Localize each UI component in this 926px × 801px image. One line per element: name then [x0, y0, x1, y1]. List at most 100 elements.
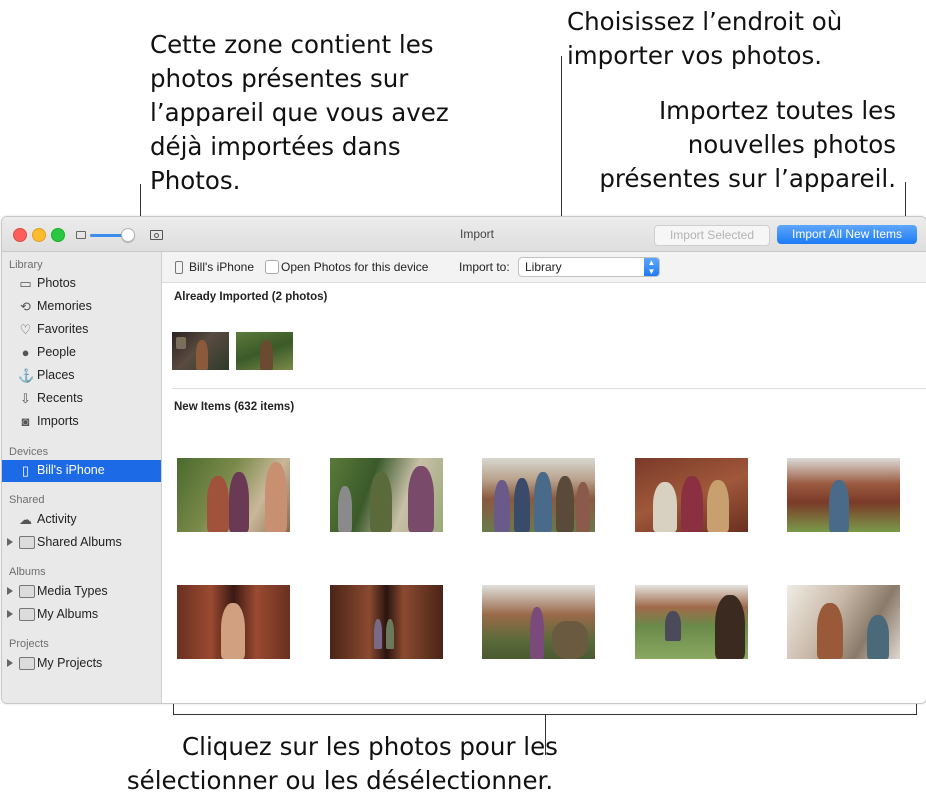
window-title: Import: [459, 227, 494, 241]
sidebar-item-label: Media Types: [37, 584, 108, 598]
sidebar-item-label: Places: [37, 368, 75, 382]
bracket-new-items-right: [916, 704, 917, 715]
open-photos-label[interactable]: Open Photos for this device: [281, 260, 428, 274]
sidebar-item-people[interactable]: ● People: [2, 342, 161, 364]
import-selected-button[interactable]: Import Selected: [654, 225, 770, 246]
zoom-button[interactable]: [51, 228, 65, 242]
large-thumbnail-icon: [150, 230, 163, 240]
heart-icon: ♡: [19, 322, 32, 337]
title-bar: Import Import Selected Import All New It…: [2, 217, 926, 252]
callout-already-imported: Cette zone contient les photos présentes…: [150, 28, 480, 198]
disclosure-triangle-icon[interactable]: [7, 610, 13, 618]
import-to-label: Import to:: [459, 260, 510, 274]
sidebar-item-activity[interactable]: ☁ Activity: [2, 509, 161, 531]
callout-select-photos: Cliquez sur les photos pour les sélectio…: [60, 730, 620, 798]
memories-icon: ⟲: [20, 299, 31, 314]
sidebar-item-label: Photos: [37, 276, 76, 290]
sidebar-item-favorites[interactable]: ♡ Favorites: [2, 319, 161, 341]
imports-icon: ◙: [21, 414, 30, 429]
sidebar-header-albums: Albums: [9, 566, 46, 578]
new-item-photo[interactable]: [177, 585, 290, 659]
folder-icon: [19, 608, 35, 621]
new-item-photo[interactable]: [635, 458, 748, 532]
sidebar-item-label: Bill's iPhone: [37, 463, 105, 477]
sidebar-item-places[interactable]: ⚓ Places: [2, 365, 161, 387]
chevron-updown-icon: ▲ ▼: [644, 258, 659, 276]
disclosure-triangle-icon[interactable]: [7, 587, 13, 595]
folder-icon: [19, 657, 35, 670]
folder-icon: [19, 536, 35, 549]
callout-line: déjà importées dans: [150, 132, 401, 161]
sidebar-header-projects: Projects: [9, 638, 49, 650]
sidebar-item-label: My Projects: [37, 656, 103, 670]
new-item-photo[interactable]: [787, 585, 900, 659]
new-item-photo[interactable]: [482, 585, 595, 659]
callout-import-location: Choisissez l’endroit où importer vos pho…: [567, 5, 897, 73]
already-imported-photo[interactable]: [236, 332, 293, 370]
import-all-new-items-button[interactable]: Import All New Items: [777, 225, 917, 244]
new-items-title: New Items (632 items): [174, 401, 295, 413]
device-name: Bill's iPhone: [189, 260, 254, 274]
sidebar-item-label: Imports: [37, 414, 79, 428]
sidebar-item-my-projects[interactable]: My Projects: [2, 653, 161, 675]
sidebar-item-label: Memories: [37, 299, 92, 313]
disclosure-triangle-icon[interactable]: [7, 538, 13, 546]
sidebar-item-bills-iphone[interactable]: ▯ Bill's iPhone: [2, 460, 161, 482]
new-item-photo[interactable]: [177, 458, 290, 532]
new-item-photo[interactable]: [330, 458, 443, 532]
disclosure-triangle-icon[interactable]: [7, 659, 13, 667]
person-icon: ●: [21, 345, 30, 360]
section-divider: [172, 388, 926, 389]
sidebar-item-label: Activity: [37, 512, 77, 526]
callout-line: sélectionner ou les désélectionner.: [126, 766, 554, 795]
import-content: Bill's iPhone Open Photos for this devic…: [162, 252, 926, 703]
minimize-button[interactable]: [32, 228, 46, 242]
sidebar-item-imports[interactable]: ◙ Imports: [2, 411, 161, 433]
callout-line: nouvelles photos: [687, 130, 896, 159]
callout-line: Photos.: [150, 166, 241, 195]
sidebar-item-my-albums[interactable]: My Albums: [2, 604, 161, 626]
already-imported-photo[interactable]: [172, 332, 229, 370]
close-button[interactable]: [13, 228, 27, 242]
sidebar-header-library: Library: [9, 259, 43, 271]
cloud-icon: ☁: [19, 512, 32, 527]
callout-line: Cette zone contient les: [150, 30, 434, 59]
new-item-photo[interactable]: [330, 585, 443, 659]
sidebar-header-devices: Devices: [9, 446, 49, 458]
callout-line: présentes sur l’appareil.: [599, 164, 896, 193]
new-item-photo[interactable]: [635, 585, 748, 659]
sidebar-header-shared: Shared: [9, 494, 45, 506]
sidebar-item-memories[interactable]: ⟲ Memories: [2, 296, 161, 318]
leader-select-photos: [545, 715, 546, 755]
sidebar-item-recents[interactable]: ⇩ Recents: [2, 388, 161, 410]
sidebar-item-label: Recents: [37, 391, 83, 405]
sidebar-item-shared-albums[interactable]: Shared Albums: [2, 532, 161, 554]
small-thumbnail-icon: [76, 231, 86, 239]
import-to-value: Library: [525, 260, 562, 274]
slider-knob[interactable]: [121, 228, 135, 242]
sidebar: Library ▭ Photos ⟲ Memories ♡ Favorites …: [2, 252, 162, 703]
sidebar-item-label: People: [37, 345, 76, 359]
pin-icon: ⚓: [18, 368, 35, 383]
callout-line: Choisissez l’endroit où: [567, 7, 843, 36]
callout-line: Cliquez sur les photos pour les: [182, 732, 558, 761]
already-imported-title: Already Imported (2 photos): [174, 291, 328, 303]
import-window: Import Import Selected Import All New It…: [1, 216, 926, 704]
new-item-photo[interactable]: [787, 458, 900, 532]
sidebar-item-label: My Albums: [37, 607, 99, 621]
bracket-new-items-left: [173, 704, 174, 715]
open-photos-checkbox[interactable]: [265, 260, 279, 274]
folder-icon: [19, 585, 35, 598]
import-toolbar: Bill's iPhone Open Photos for this devic…: [162, 252, 926, 283]
recents-icon: ⇩: [20, 391, 31, 406]
sidebar-item-label: Favorites: [37, 322, 89, 336]
photos-icon: ▭: [19, 276, 32, 291]
import-to-select[interactable]: Library ▲ ▼: [518, 257, 660, 277]
sidebar-item-media-types[interactable]: Media Types: [2, 581, 161, 603]
callout-line: photos présentes sur: [150, 64, 409, 93]
callout-line: l’appareil que vous avez: [150, 98, 449, 127]
sidebar-item-photos[interactable]: ▭ Photos: [2, 273, 161, 295]
callout-import-all: Importez toutes les nouvelles photos pré…: [560, 94, 896, 196]
callout-line: importer vos photos.: [567, 41, 823, 70]
new-item-photo[interactable]: [482, 458, 595, 532]
